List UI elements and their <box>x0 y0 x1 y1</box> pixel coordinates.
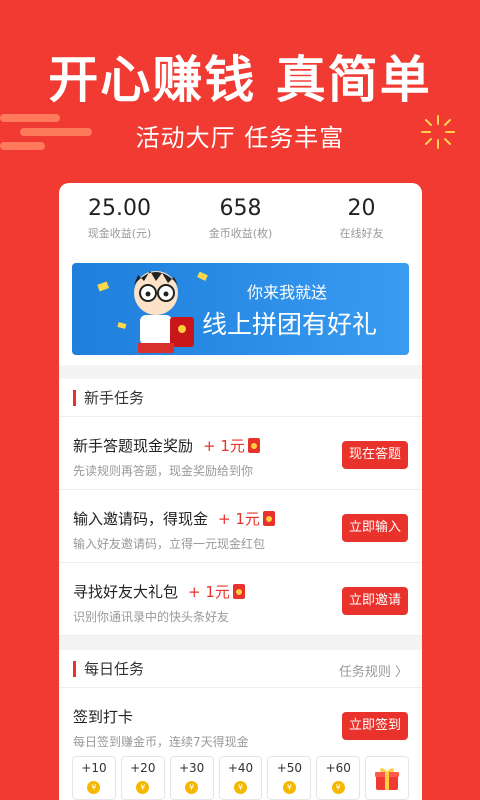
day-amount: +40 <box>227 761 254 775</box>
answer-now-button[interactable]: 现在答题 <box>342 441 408 469</box>
day-amount: +30 <box>178 761 205 775</box>
task-title: 输入邀请码，得现金 <box>73 510 209 528</box>
stat-value: 658 <box>219 196 262 221</box>
day-amount: +20 <box>130 761 156 775</box>
checkin-day[interactable]: +60 ¥ <box>316 756 361 800</box>
stat-value: 20 <box>347 196 376 221</box>
coin-icon: ¥ <box>185 781 199 794</box>
invite-now-button[interactable]: 立即邀请 <box>342 587 408 615</box>
red-envelope-icon <box>247 438 260 453</box>
day-amount: +60 <box>325 761 351 775</box>
headline: 开心赚钱 真简单 <box>48 51 432 109</box>
banner-line1: 你来我就送 <box>247 283 328 302</box>
enter-code-button[interactable]: 立即输入 <box>342 514 408 542</box>
stat-coins[interactable]: 658 金币收益(枚) <box>180 195 301 253</box>
firework-decoration-icon <box>421 115 455 149</box>
stat-label: 在线好友 <box>339 227 384 240</box>
gift-icon <box>375 768 400 790</box>
section-bar <box>73 660 76 677</box>
day-amount: +50 <box>276 761 303 775</box>
divider <box>59 636 422 650</box>
section-title: 新手任务 <box>84 389 145 407</box>
red-envelope-icon <box>262 511 275 526</box>
section-header-daily: 每日任务 任务规则 〉 <box>59 650 422 688</box>
red-envelope-icon <box>232 584 245 599</box>
stat-label: 现金收益(元) <box>87 227 152 240</box>
coin-icon: ¥ <box>87 781 101 794</box>
stat-friends[interactable]: 20 在线好友 <box>301 195 422 253</box>
checkin-day[interactable]: +10 ¥ <box>72 756 116 800</box>
divider <box>59 365 422 379</box>
checkin-button[interactable]: 立即签到 <box>342 712 408 740</box>
section-header-newbie: 新手任务 <box>59 379 422 417</box>
task-item: 输入邀请码，得现金 + 1元 输入好友邀请码，立得一元现金红包 立即输入 <box>59 490 422 563</box>
checkin-day[interactable]: +40 ¥ <box>218 756 263 800</box>
day-amount: +10 <box>81 761 107 775</box>
checkin-day[interactable]: +50 ¥ <box>267 756 312 800</box>
stats-row: 25.00 现金收益(元) 658 金币收益(枚) 20 在线好友 <box>59 183 422 253</box>
task-card: 25.00 现金收益(元) 658 金币收益(枚) 20 在线好友 你来我就送 … <box>59 183 422 800</box>
section-title: 每日任务 <box>84 660 145 678</box>
section-bar <box>73 389 76 406</box>
task-reward: + 1元 <box>203 437 245 455</box>
checkin-day[interactable]: +30 ¥ <box>169 756 214 800</box>
coin-icon: ¥ <box>331 781 345 794</box>
task-title: 新手答题现金奖励 <box>73 437 194 455</box>
stat-value: 25.00 <box>88 196 151 221</box>
checkin-days: +10 ¥ +20 ¥ +30 ¥ +40 ¥ +50 ¥ +60 ¥ <box>59 756 422 800</box>
task-reward: + 1元 <box>188 583 230 601</box>
task-rules-link[interactable]: 任务规则 〉 <box>339 661 408 680</box>
checkin-task: 签到打卡 每日签到赚金币，连续7天得现金 立即签到 <box>59 688 422 756</box>
coin-icon: ¥ <box>234 781 247 794</box>
stat-label: 金币收益(枚) <box>208 227 273 240</box>
checkin-day-gift[interactable] <box>365 756 410 800</box>
stat-cash[interactable]: 25.00 现金收益(元) <box>59 195 180 253</box>
banner-line2: 线上拼团有好礼 <box>202 310 378 339</box>
task-title: 寻找好友大礼包 <box>73 583 179 601</box>
subline: 活动大厅 任务丰富 <box>135 124 345 152</box>
task-item: 寻找好友大礼包 + 1元 识别你通讯录中的快头条好友 立即邀请 <box>59 563 422 636</box>
task-reward: + 1元 <box>218 510 260 528</box>
coin-icon: ¥ <box>282 781 296 794</box>
promo-banner[interactable]: 你来我就送 线上拼团有好礼 <box>72 263 409 355</box>
task-item: 新手答题现金奖励 + 1元 先读规则再答题，现金奖励给到你 现在答题 <box>59 417 422 490</box>
coin-icon: ¥ <box>136 781 150 794</box>
checkin-day[interactable]: +20 ¥ <box>120 756 165 800</box>
